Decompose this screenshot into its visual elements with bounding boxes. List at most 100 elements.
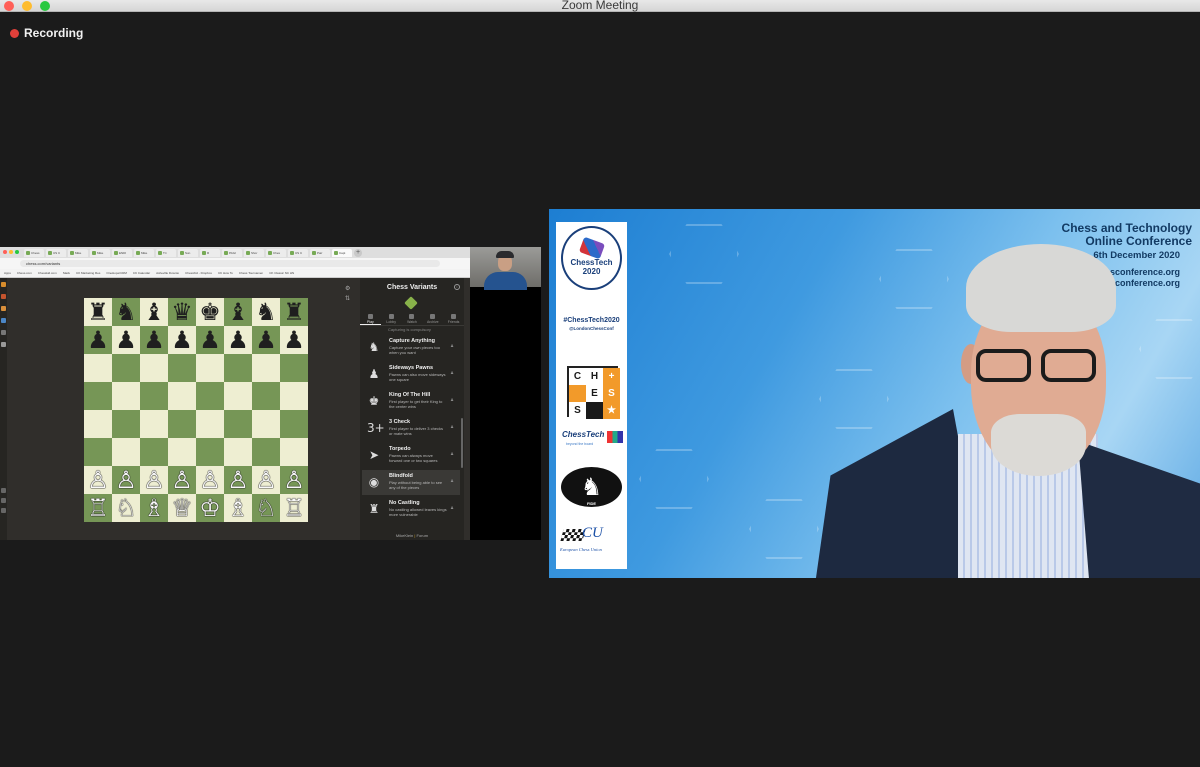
bookmark-item[interactable]: OneHope/CRM xyxy=(106,271,127,275)
board-square[interactable]: ♝ xyxy=(140,298,168,326)
chess-piece-icon[interactable]: ♙ xyxy=(87,468,109,492)
board-square[interactable]: ♖ xyxy=(280,494,308,522)
variant-item[interactable]: ♞ Capture Anything Capture your own pieces… xyxy=(362,335,460,360)
board-square[interactable]: ♛ xyxy=(168,298,196,326)
bookmark-item[interactable]: CK Classic NC HN xyxy=(269,271,294,275)
browser-tab[interactable]: Capt xyxy=(332,248,352,257)
browser-tab[interactable]: Chess xyxy=(24,248,44,257)
board-square[interactable]: ♕ xyxy=(168,494,196,522)
board-square[interactable]: ♞ xyxy=(112,298,140,326)
board-square[interactable] xyxy=(224,382,252,410)
browser-tab[interactable]: Tri xyxy=(156,248,176,257)
board-square[interactable]: ♙ xyxy=(140,466,168,494)
board-square[interactable] xyxy=(112,410,140,438)
board-square[interactable] xyxy=(224,410,252,438)
browser-tab[interactable]: R xyxy=(200,248,220,257)
variant-item[interactable]: ♚ King Of The Hill First player to get the… xyxy=(362,389,460,414)
variant-item[interactable]: ♟ Sideways Pawns Pawns can also move sidew… xyxy=(362,362,460,387)
panel-tab-watch[interactable]: Watch xyxy=(402,312,423,325)
rail-settings-icon[interactable] xyxy=(1,498,6,503)
board-square[interactable] xyxy=(280,354,308,382)
chess-piece-icon[interactable]: ♜ xyxy=(87,300,109,324)
rail-news-icon[interactable] xyxy=(1,342,6,347)
chess-piece-icon[interactable]: ♘ xyxy=(255,496,277,520)
panel-tab-archive[interactable]: Archive xyxy=(422,312,443,325)
chess-piece-icon[interactable]: ♗ xyxy=(143,496,165,520)
chess-piece-icon[interactable]: ♙ xyxy=(227,468,249,492)
board-square[interactable]: ♟ xyxy=(252,326,280,354)
board-square[interactable] xyxy=(112,354,140,382)
board-square[interactable] xyxy=(252,410,280,438)
bookmark-item[interactable]: Apps xyxy=(4,271,11,275)
board-square[interactable] xyxy=(140,354,168,382)
browser-tab[interactable]: PAGI xyxy=(222,248,242,257)
board-square[interactable]: ♙ xyxy=(252,466,280,494)
url-field[interactable]: chess.com/variants xyxy=(20,260,440,267)
rail-play-icon[interactable] xyxy=(1,294,6,299)
board-square[interactable] xyxy=(252,354,280,382)
board-square[interactable]: ♙ xyxy=(112,466,140,494)
board-square[interactable] xyxy=(140,410,168,438)
board-square[interactable]: ♝ xyxy=(224,298,252,326)
panel-tab-friends[interactable]: Friends xyxy=(443,312,464,325)
board-square[interactable] xyxy=(280,382,308,410)
variant-item[interactable]: ♜ No Castling No castling allowed leaves k… xyxy=(362,497,460,522)
board-square[interactable]: ♟ xyxy=(84,326,112,354)
chess-piece-icon[interactable]: ♟ xyxy=(115,328,137,352)
board-square[interactable]: ♙ xyxy=(196,466,224,494)
board-square[interactable]: ♖ xyxy=(84,494,112,522)
chess-piece-icon[interactable]: ♚ xyxy=(199,300,221,324)
chess-piece-icon[interactable]: ♞ xyxy=(115,300,137,324)
browser-tab[interactable]: ENDI xyxy=(112,248,132,257)
board-square[interactable] xyxy=(252,438,280,466)
board-square[interactable]: ♘ xyxy=(112,494,140,522)
chess-piece-icon[interactable]: ♞ xyxy=(255,300,277,324)
board-square[interactable]: ♜ xyxy=(280,298,308,326)
footer-user-link[interactable]: MikeKlein xyxy=(396,533,413,538)
board-square[interactable] xyxy=(140,382,168,410)
browser-tab[interactable]: Shor xyxy=(244,248,264,257)
rail-puzzles-icon[interactable] xyxy=(1,306,6,311)
chess-piece-icon[interactable]: ♖ xyxy=(283,496,305,520)
board-square[interactable]: ♟ xyxy=(280,326,308,354)
browser-tab[interactable]: Pair xyxy=(310,248,330,257)
rail-search-icon[interactable] xyxy=(1,488,6,493)
board-square[interactable] xyxy=(196,382,224,410)
variant-item[interactable]: ◉ Blindfold Play without being able to see… xyxy=(362,470,460,495)
board-square[interactable] xyxy=(168,354,196,382)
board-square[interactable] xyxy=(280,438,308,466)
board-square[interactable]: ♙ xyxy=(168,466,196,494)
board-square[interactable]: ♟ xyxy=(112,326,140,354)
board-square[interactable] xyxy=(84,438,112,466)
board-square[interactable] xyxy=(196,410,224,438)
board-square[interactable]: ♟ xyxy=(168,326,196,354)
chess-piece-icon[interactable]: ♟ xyxy=(283,328,305,352)
chess-piece-icon[interactable]: ♙ xyxy=(171,468,193,492)
board-square[interactable]: ♙ xyxy=(280,466,308,494)
info-icon[interactable]: i xyxy=(454,284,460,290)
browser-tab[interactable]: Mike xyxy=(68,248,88,257)
board-square[interactable]: ♟ xyxy=(196,326,224,354)
bookmark-item[interactable]: Asheville Downto xyxy=(156,271,179,275)
board-square[interactable] xyxy=(196,354,224,382)
panel-tab-lobby[interactable]: Lobby xyxy=(381,312,402,325)
rail-home-icon[interactable] xyxy=(1,282,6,287)
chess-board[interactable]: ♜ ♞ ♝ ♛ ♚ ♝ ♞ ♜ ♟ ♟ ♟ ♟ ♟ ♟ ♟ ♟ ♙ ♙ ♙ ♙ ♙ ♙ ♙ ♙ ♖ ♘ ♗ ♕ ♔ ♗ ♘ ♖ xyxy=(84,298,308,522)
chess-piece-icon[interactable]: ♖ xyxy=(87,496,109,520)
board-square[interactable]: ♟ xyxy=(140,326,168,354)
board-square[interactable] xyxy=(280,410,308,438)
chess-piece-icon[interactable]: ♛ xyxy=(171,300,193,324)
bookmark-item[interactable]: Slack xyxy=(63,271,70,275)
chess-piece-icon[interactable]: ♟ xyxy=(87,328,109,352)
chess-piece-icon[interactable]: ♙ xyxy=(283,468,305,492)
chess-piece-icon[interactable]: ♙ xyxy=(115,468,137,492)
bookmark-item[interactable]: Chesskid.com xyxy=(38,271,57,275)
board-square[interactable]: ♗ xyxy=(224,494,252,522)
speaker-video-tile[interactable] xyxy=(549,209,1200,578)
chess-piece-icon[interactable]: ♕ xyxy=(171,496,193,520)
board-square[interactable] xyxy=(112,382,140,410)
chess-piece-icon[interactable]: ♟ xyxy=(227,328,249,352)
board-square[interactable] xyxy=(196,438,224,466)
board-square[interactable] xyxy=(84,382,112,410)
board-square[interactable]: ♗ xyxy=(140,494,168,522)
